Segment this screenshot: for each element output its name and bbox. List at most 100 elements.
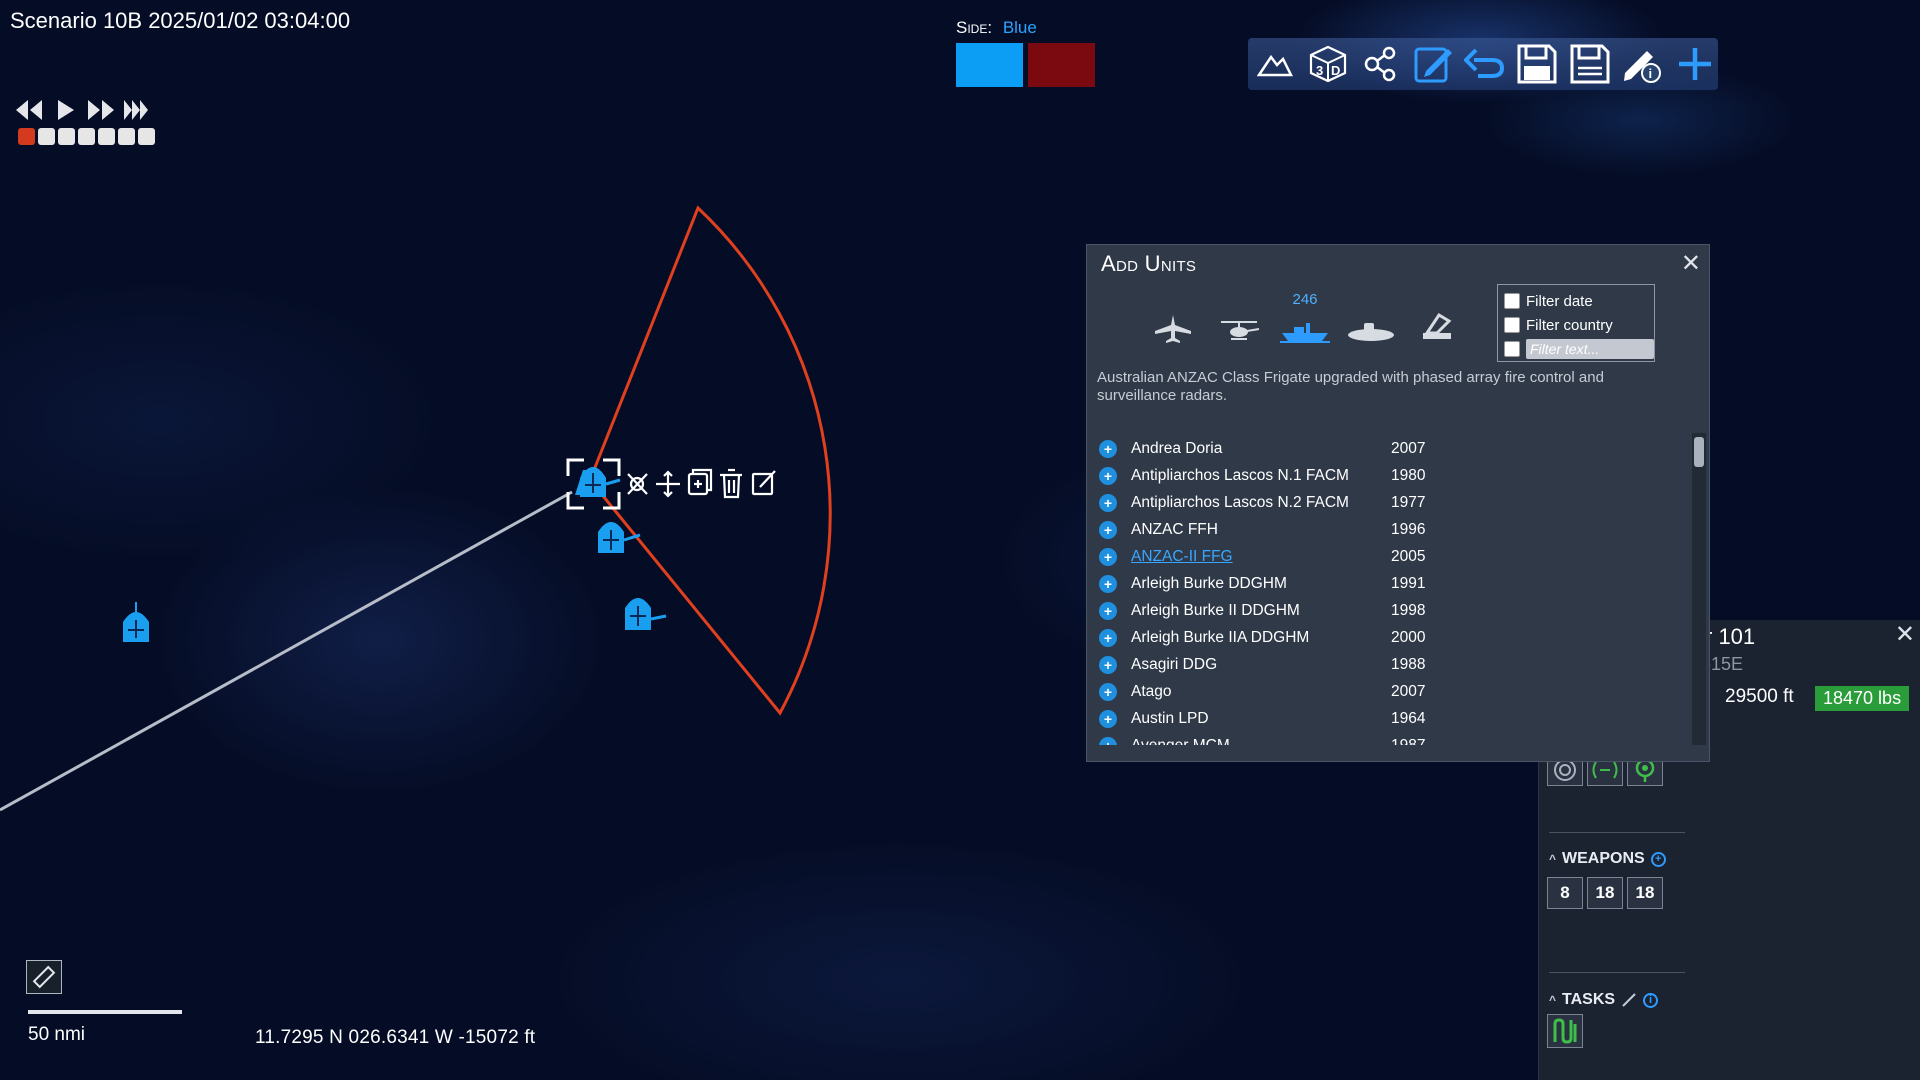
filter-date-checkbox[interactable] — [1504, 293, 1520, 309]
filter-country-checkbox[interactable] — [1504, 317, 1520, 333]
add-unit-icon[interactable]: + — [1099, 655, 1117, 674]
weapon-slot[interactable]: 8 — [1547, 877, 1583, 909]
unit-list-item[interactable]: + Arleigh Burke II DDGHM 1998 — [1097, 597, 1677, 624]
move-icon[interactable] — [656, 470, 680, 498]
speed-step[interactable] — [98, 128, 115, 145]
unit-list-name[interactable]: ANZAC FFH — [1131, 521, 1391, 539]
patrol-task-button[interactable] — [1547, 1014, 1583, 1048]
add-units-dialog: Add Units ✕ 246 Filter date Filter count… — [1086, 244, 1710, 762]
unit-list-name[interactable]: Austin LPD — [1131, 710, 1391, 728]
fastest-forward-button[interactable] — [122, 96, 152, 124]
task-info-icon[interactable]: i — [1643, 992, 1659, 1008]
edit-button[interactable] — [1409, 41, 1455, 87]
add-unit-icon[interactable]: + — [1099, 574, 1117, 593]
network-button[interactable] — [1357, 41, 1403, 87]
weapon-slot[interactable]: 18 — [1587, 877, 1623, 909]
unit-list-name[interactable]: Antipliarchos Lascos N.2 FACM — [1131, 494, 1391, 512]
terrain-button[interactable] — [1252, 41, 1298, 87]
unit-list-name[interactable]: Arleigh Burke DDGHM — [1131, 575, 1391, 593]
unit-list-scrollbar[interactable] — [1692, 433, 1706, 745]
disengage-icon[interactable] — [627, 473, 648, 495]
unit-list-name[interactable]: Asagiri DDG — [1131, 656, 1391, 674]
add-weapon-icon[interactable]: + — [1650, 851, 1666, 867]
unit-list-item[interactable]: + Arleigh Burke DDGHM 1991 — [1097, 570, 1677, 597]
unit-list-name[interactable]: Avenger MCM — [1131, 737, 1391, 746]
add-button[interactable] — [1672, 41, 1718, 87]
play-button[interactable] — [50, 96, 80, 124]
weapons-label: Weapons — [1562, 850, 1645, 867]
unit-list-item[interactable]: + Antipliarchos Lascos N.2 FACM 1977 — [1097, 489, 1677, 516]
unit-list-name[interactable]: Arleigh Burke II DDGHM — [1131, 602, 1391, 620]
unit-list-item[interactable]: + ANZAC-II FFG 2005 — [1097, 543, 1677, 570]
network-icon — [1364, 46, 1396, 82]
unit-list-item[interactable]: + ANZAC FFH 1996 — [1097, 516, 1677, 543]
add-unit-icon[interactable]: + — [1099, 493, 1117, 512]
add-unit-icon[interactable]: + — [1099, 682, 1117, 701]
edit-info-icon: i — [1624, 51, 1662, 83]
tab-ship[interactable]: 246 — [1279, 291, 1331, 343]
add-unit-icon[interactable]: + — [1099, 520, 1117, 539]
speed-step[interactable] — [138, 128, 155, 145]
unit-list-item[interactable]: + Austin LPD 1964 — [1097, 705, 1677, 732]
unit-list-name[interactable]: ANZAC-II FFG — [1131, 548, 1391, 566]
unit-panel-close-button[interactable]: ✕ — [1895, 620, 1915, 649]
unit-list-name[interactable]: Arleigh Burke IIA DDGHM — [1131, 629, 1391, 647]
add-unit-icon[interactable]: + — [1099, 601, 1117, 620]
unit-list-year: 1996 — [1391, 520, 1426, 538]
add-unit-icon[interactable]: + — [1099, 628, 1117, 647]
unit-list-item[interactable]: + Asagiri DDG 1988 — [1097, 651, 1677, 678]
add-unit-icon[interactable]: + — [1099, 736, 1117, 745]
speed-step[interactable] — [78, 128, 95, 145]
speed-step[interactable] — [118, 128, 135, 145]
unit-list-item[interactable]: + Antipliarchos Lascos N.1 FACM 1980 — [1097, 462, 1677, 489]
edit-task-icon[interactable] — [1621, 992, 1637, 1008]
unit-list-year: 2005 — [1391, 547, 1426, 565]
time-compression-indicator[interactable] — [18, 128, 155, 145]
speed-step[interactable] — [58, 128, 75, 145]
save-as-button[interactable] — [1567, 41, 1613, 87]
scrollbar-thumb[interactable] — [1694, 437, 1704, 467]
dialog-close-button[interactable]: ✕ — [1681, 249, 1701, 278]
tab-facility[interactable] — [1411, 291, 1463, 343]
edit-info-button[interactable]: i — [1619, 41, 1665, 87]
edit-icon[interactable] — [751, 470, 776, 496]
unit-list-item[interactable]: + Avenger MCM1987 — [1097, 732, 1677, 745]
unit-marker-selected[interactable] — [575, 467, 621, 497]
tasks-section-header[interactable]: ^ Tasks i — [1549, 991, 1659, 1009]
save-button[interactable] — [1514, 41, 1560, 87]
add-unit-icon[interactable]: + — [1099, 709, 1117, 728]
unit-marker[interactable] — [123, 602, 149, 642]
side-blue-button[interactable] — [956, 43, 1023, 87]
copy-icon[interactable] — [687, 468, 713, 496]
rewind-button[interactable] — [14, 96, 44, 124]
unit-marker[interactable] — [625, 598, 667, 630]
side-red-button[interactable] — [1028, 43, 1095, 87]
speed-step[interactable] — [18, 128, 35, 145]
add-unit-icon[interactable]: + — [1099, 466, 1117, 485]
tab-aircraft[interactable] — [1147, 291, 1199, 343]
fast-forward-button[interactable] — [86, 96, 116, 124]
tab-submarine[interactable] — [1345, 291, 1397, 343]
tab-helicopter[interactable] — [1213, 291, 1265, 343]
unit-list-item[interactable]: + Atago 2007 — [1097, 678, 1677, 705]
unit-list-name[interactable]: Atago — [1131, 683, 1391, 701]
unit-list-year: 1977 — [1391, 493, 1426, 511]
delete-icon[interactable] — [720, 468, 742, 499]
unit-list-name[interactable]: Antipliarchos Lascos N.1 FACM — [1131, 467, 1391, 485]
undo-button[interactable] — [1462, 41, 1508, 87]
ruler-button[interactable] — [26, 960, 62, 994]
save-as-icon — [1570, 44, 1610, 84]
unit-list-item[interactable]: + Arleigh Burke IIA DDGHM 2000 — [1097, 624, 1677, 651]
scenario-title: Scenario 10B 2025/01/02 03:04:00 — [10, 8, 351, 33]
weapons-section-header[interactable]: ^ Weapons + — [1549, 850, 1666, 868]
filter-text-input[interactable] — [1526, 339, 1654, 359]
filter-text-checkbox[interactable] — [1504, 341, 1520, 357]
3d-view-button[interactable]: 3 D — [1304, 41, 1350, 87]
add-unit-icon[interactable]: + — [1099, 547, 1117, 566]
speed-step[interactable] — [38, 128, 55, 145]
weapon-slot[interactable]: 18 — [1627, 877, 1663, 909]
unit-list-name[interactable]: Andrea Doria — [1131, 440, 1391, 458]
unit-list-item[interactable]: + Andrea Doria 2007 — [1097, 435, 1677, 462]
unit-marker[interactable] — [598, 522, 641, 553]
add-unit-icon[interactable]: + — [1099, 439, 1117, 458]
